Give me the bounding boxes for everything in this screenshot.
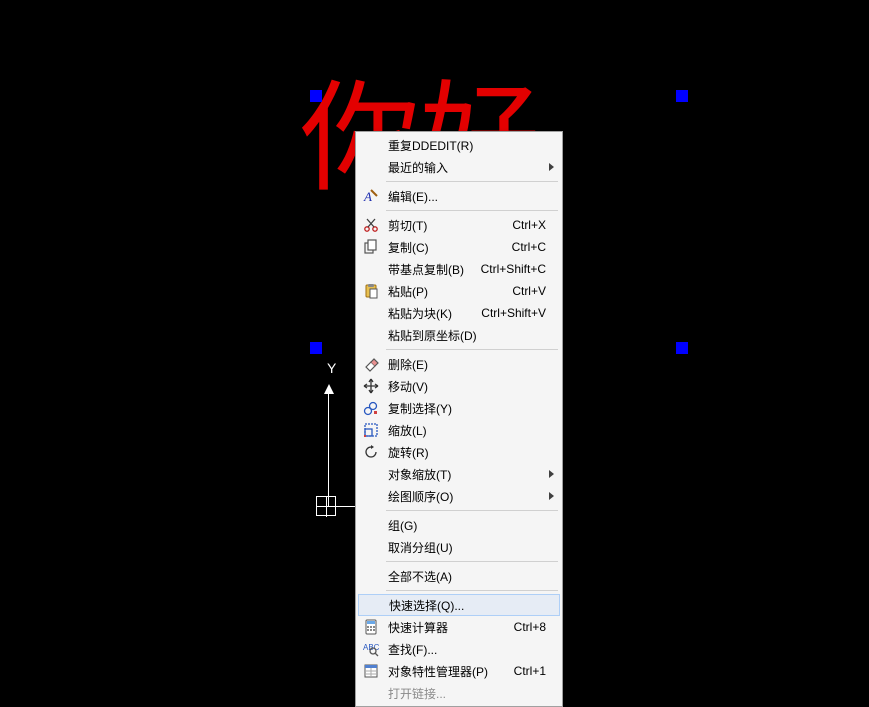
scissors-icon [358, 214, 384, 236]
menu-label: 粘贴到原坐标(D) [384, 327, 560, 344]
shortcut-label: Ctrl+V [512, 284, 560, 298]
scale-icon [358, 419, 384, 441]
context-menu: 重复DDEDIT(R) 最近的输入 A 编辑(E)... 剪切(T) Ctrl+… [355, 131, 563, 707]
menu-label: 对象特性管理器(P) [384, 663, 514, 680]
menu-label: 复制选择(Y) [384, 400, 560, 417]
menu-erase[interactable]: 删除(E) [358, 353, 560, 375]
eraser-icon [358, 353, 384, 375]
shortcut-label: Ctrl+C [512, 240, 560, 254]
menu-deselect-all[interactable]: 全部不选(A) [358, 565, 560, 587]
menu-edit[interactable]: A 编辑(E)... [358, 185, 560, 207]
chevron-right-icon [549, 470, 554, 478]
ucs-y-label: Y [327, 360, 336, 376]
menu-quick-select[interactable]: 快速选择(Q)... [358, 594, 560, 616]
menu-paste[interactable]: 粘贴(P) Ctrl+V [358, 280, 560, 302]
selection-grip[interactable] [676, 90, 688, 102]
selection-grip[interactable] [310, 342, 322, 354]
menu-separator [386, 561, 558, 562]
move-icon [358, 375, 384, 397]
menu-separator [386, 590, 558, 591]
selection-grip[interactable] [310, 90, 322, 102]
menu-label: 查找(F)... [384, 641, 560, 658]
menu-label: 带基点复制(B) [384, 261, 481, 278]
menu-label: 缩放(L) [384, 422, 560, 439]
menu-scale[interactable]: 缩放(L) [358, 419, 560, 441]
menu-label: 剪切(T) [384, 217, 512, 234]
menu-separator [386, 510, 558, 511]
menu-find[interactable]: ABC 查找(F)... [358, 638, 560, 660]
shortcut-label: Ctrl+1 [514, 664, 560, 678]
menu-object-scale[interactable]: 对象缩放(T) [358, 463, 560, 485]
shortcut-label: Ctrl+Shift+C [481, 262, 560, 276]
paste-icon [358, 280, 384, 302]
menu-quick-calc[interactable]: 快速计算器 Ctrl+8 [358, 616, 560, 638]
menu-label: 删除(E) [384, 356, 560, 373]
copy-icon [358, 236, 384, 258]
menu-separator [386, 210, 558, 211]
menu-label: 粘贴(P) [384, 283, 512, 300]
calculator-icon [358, 616, 384, 638]
menu-ungroup[interactable]: 取消分组(U) [358, 536, 560, 558]
menu-label: 快速选择(Q)... [385, 597, 559, 614]
shortcut-label: Ctrl+X [512, 218, 560, 232]
menu-recent-input[interactable]: 最近的输入 [358, 156, 560, 178]
menu-label: 全部不选(A) [384, 568, 560, 585]
menu-copy-selection[interactable]: 复制选择(Y) [358, 397, 560, 419]
menu-label: 复制(C) [384, 239, 512, 256]
menu-properties[interactable]: 对象特性管理器(P) Ctrl+1 [358, 660, 560, 682]
properties-icon [358, 660, 384, 682]
menu-label: 打开链接... [384, 685, 560, 702]
shortcut-label: Ctrl+Shift+V [481, 306, 560, 320]
menu-paste-block[interactable]: 粘贴为块(K) Ctrl+Shift+V [358, 302, 560, 324]
menu-label: 旋转(R) [384, 444, 560, 461]
menu-rotate[interactable]: 旋转(R) [358, 441, 560, 463]
menu-label: 移动(V) [384, 378, 560, 395]
menu-label: 对象缩放(T) [384, 466, 560, 483]
find-icon: ABC [358, 638, 384, 660]
menu-label: 快速计算器 [384, 619, 514, 636]
menu-draw-order[interactable]: 绘图顺序(O) [358, 485, 560, 507]
menu-label: 最近的输入 [384, 159, 560, 176]
menu-label: 取消分组(U) [384, 539, 560, 556]
shortcut-label: Ctrl+8 [514, 620, 560, 634]
menu-separator [386, 349, 558, 350]
chevron-right-icon [549, 492, 554, 500]
menu-separator [386, 181, 558, 182]
menu-group[interactable]: 组(G) [358, 514, 560, 536]
menu-copy[interactable]: 复制(C) Ctrl+C [358, 236, 560, 258]
menu-label: 粘贴为块(K) [384, 305, 481, 322]
chevron-right-icon [549, 163, 554, 171]
edit-text-icon: A [358, 185, 384, 207]
menu-label: 组(G) [384, 517, 560, 534]
menu-cut[interactable]: 剪切(T) Ctrl+X [358, 214, 560, 236]
svg-text:A: A [363, 189, 372, 204]
menu-repeat-ddedit[interactable]: 重复DDEDIT(R) [358, 134, 560, 156]
menu-paste-origin[interactable]: 粘贴到原坐标(D) [358, 324, 560, 346]
menu-move[interactable]: 移动(V) [358, 375, 560, 397]
menu-copy-basepoint[interactable]: 带基点复制(B) Ctrl+Shift+C [358, 258, 560, 280]
rotate-icon [358, 441, 384, 463]
menu-label: 绘图顺序(O) [384, 488, 560, 505]
menu-open-link: 打开链接... [358, 682, 560, 704]
selection-grip[interactable] [676, 342, 688, 354]
menu-label: 编辑(E)... [384, 188, 560, 205]
copy-selection-icon [358, 397, 384, 419]
menu-label: 重复DDEDIT(R) [384, 137, 560, 154]
